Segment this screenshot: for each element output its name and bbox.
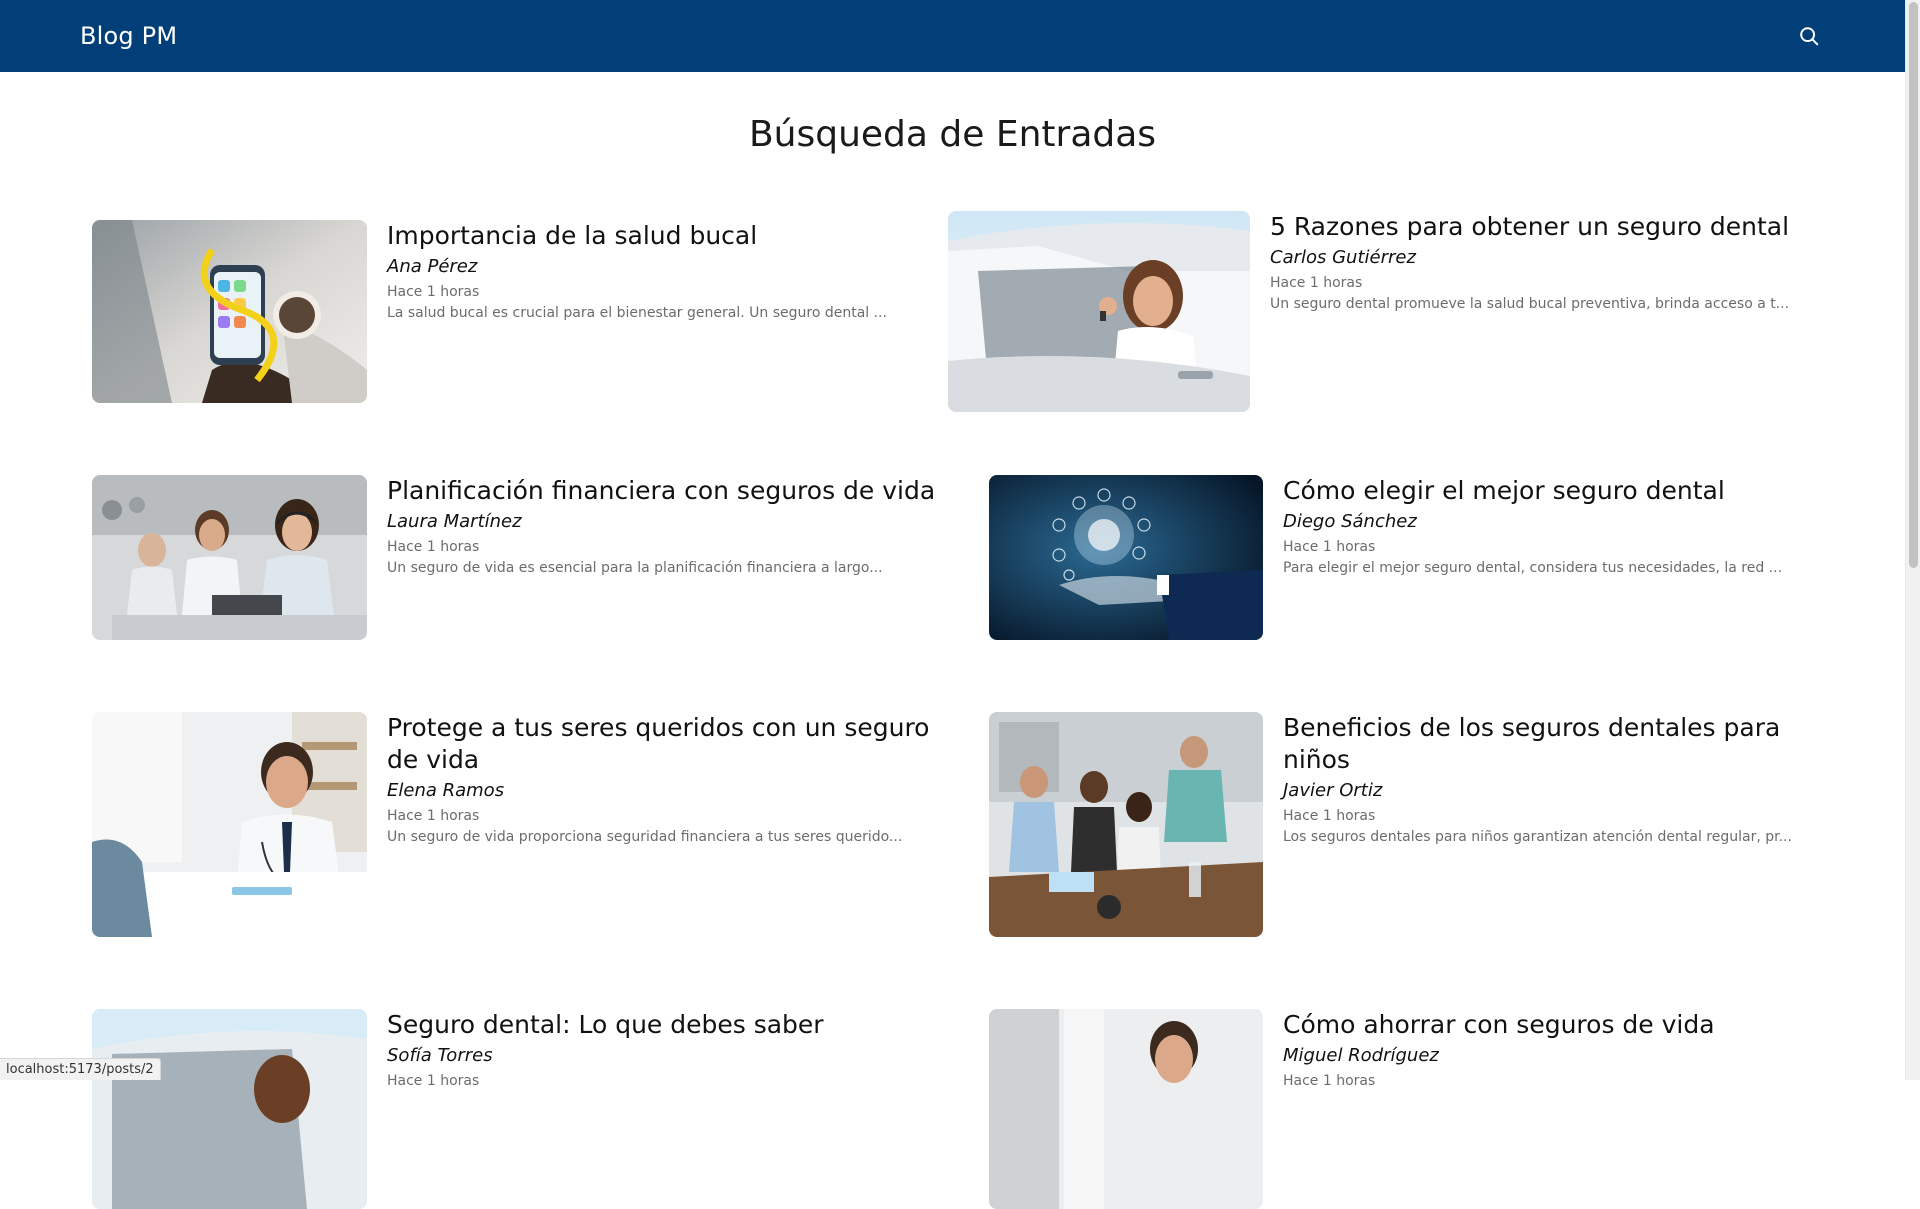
post-card[interactable]: Planificación financiera con seguros de …: [92, 475, 937, 640]
team-meeting-image: [989, 712, 1263, 937]
doctor-image: [989, 1009, 1263, 1209]
post-info: Seguro dental: Lo que debes saber Sofía …: [367, 1009, 937, 1209]
post-card[interactable]: Beneficios de los seguros dentales para …: [989, 712, 1803, 937]
phone-with-app-icons-image: [92, 220, 367, 403]
post-card[interactable]: Cómo ahorrar con seguros de vida Miguel …: [989, 1009, 1803, 1209]
post-time: Hace 1 horas: [1283, 807, 1803, 825]
scrollbar-thumb[interactable]: [1909, 2, 1918, 568]
post-thumbnail[interactable]: [989, 475, 1263, 640]
post-time: Hace 1 horas: [387, 538, 937, 556]
post-author: Sofía Torres: [387, 1045, 937, 1067]
brand-logo-link[interactable]: Blog PM: [80, 22, 177, 50]
post-info: Cómo ahorrar con seguros de vida Miguel …: [1263, 1009, 1803, 1209]
post-thumbnail[interactable]: [92, 475, 367, 640]
post-excerpt: Un seguro dental promueve la salud bucal…: [1270, 295, 1790, 313]
post-title[interactable]: Importancia de la salud bucal: [387, 220, 912, 252]
post-time: Hace 1 horas: [1283, 538, 1803, 556]
post-author: Elena Ramos: [387, 780, 937, 802]
post-card[interactable]: 5 Razones para obtener un seguro dental …: [948, 211, 1790, 412]
post-excerpt: Un seguro de vida proporciona seguridad …: [387, 828, 937, 846]
call-center-agents-image: [92, 475, 367, 640]
hand-with-digital-icons-image: [989, 475, 1263, 640]
post-card[interactable]: Protege a tus seres queridos con un segu…: [92, 712, 937, 937]
top-navbar: Blog PM: [0, 0, 1905, 72]
post-info: Beneficios de los seguros dentales para …: [1263, 712, 1803, 937]
post-card[interactable]: Cómo elegir el mejor seguro dental Diego…: [989, 475, 1803, 640]
post-thumbnail[interactable]: [92, 712, 367, 937]
post-time: Hace 1 horas: [1283, 1072, 1803, 1090]
post-excerpt: Un seguro de vida es esencial para la pl…: [387, 559, 937, 577]
search-icon: [1798, 25, 1820, 47]
post-title[interactable]: Planificación financiera con seguros de …: [387, 475, 937, 507]
page-title: Búsqueda de Entradas: [0, 114, 1905, 155]
post-author: Ana Pérez: [387, 256, 912, 278]
post-info: Planificación financiera con seguros de …: [367, 475, 937, 640]
post-title[interactable]: Seguro dental: Lo que debes saber: [387, 1009, 937, 1041]
post-author: Diego Sánchez: [1283, 511, 1803, 533]
post-card[interactable]: Seguro dental: Lo que debes saber Sofía …: [92, 1009, 937, 1209]
woman-in-car-with-keys-image: [948, 211, 1250, 412]
post-card[interactable]: Importancia de la salud bucal Ana Pérez …: [92, 220, 912, 403]
post-info: 5 Razones para obtener un seguro dental …: [1250, 211, 1790, 412]
post-info: Protege a tus seres queridos con un segu…: [367, 712, 937, 937]
post-thumbnail[interactable]: [92, 1009, 367, 1209]
woman-in-car-image: [92, 1009, 367, 1209]
post-excerpt: La salud bucal es crucial para el bienes…: [387, 304, 912, 322]
post-author: Laura Martínez: [387, 511, 937, 533]
post-thumbnail[interactable]: [989, 1009, 1263, 1209]
post-title[interactable]: Cómo ahorrar con seguros de vida: [1283, 1009, 1803, 1041]
post-time: Hace 1 horas: [1270, 274, 1790, 292]
post-excerpt: Los seguros dentales para niños garantiz…: [1283, 828, 1803, 846]
doctor-consultation-image: [92, 712, 367, 937]
post-excerpt: Para elegir el mejor seguro dental, cons…: [1283, 559, 1803, 577]
link-status-bar: localhost:5173/posts/2: [0, 1058, 161, 1080]
search-button[interactable]: [1793, 20, 1825, 52]
post-author: Carlos Gutiérrez: [1270, 247, 1790, 269]
post-thumbnail[interactable]: [989, 712, 1263, 937]
post-title[interactable]: Beneficios de los seguros dentales para …: [1283, 712, 1803, 776]
post-author: Miguel Rodríguez: [1283, 1045, 1803, 1067]
post-author: Javier Ortiz: [1283, 780, 1803, 802]
post-info: Cómo elegir el mejor seguro dental Diego…: [1263, 475, 1803, 640]
post-title[interactable]: Cómo elegir el mejor seguro dental: [1283, 475, 1803, 507]
post-info: Importancia de la salud bucal Ana Pérez …: [367, 220, 912, 403]
post-title[interactable]: Protege a tus seres queridos con un segu…: [387, 712, 937, 776]
vertical-scrollbar[interactable]: [1905, 0, 1920, 1080]
post-time: Hace 1 horas: [387, 283, 912, 301]
post-thumbnail[interactable]: [948, 211, 1250, 412]
post-title[interactable]: 5 Razones para obtener un seguro dental: [1270, 211, 1790, 243]
post-time: Hace 1 horas: [387, 807, 937, 825]
post-time: Hace 1 horas: [387, 1072, 937, 1090]
post-thumbnail[interactable]: [92, 220, 367, 403]
